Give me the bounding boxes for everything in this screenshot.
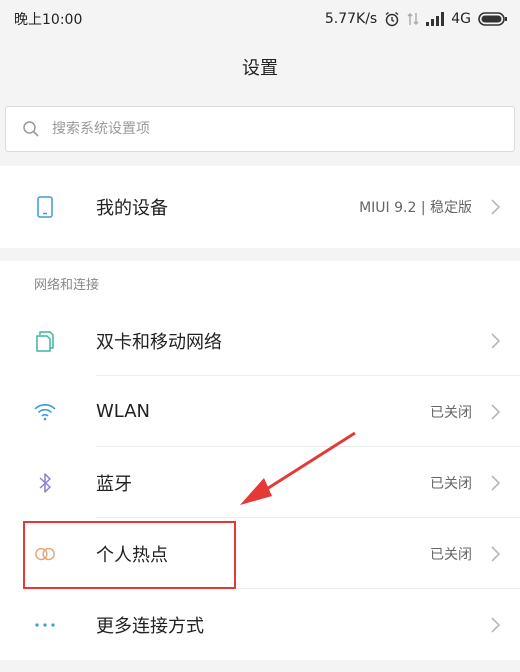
- my-device-row[interactable]: 我的设备 MIUI 9.2 | 稳定版: [0, 166, 520, 248]
- bluetooth-label: 蓝牙: [96, 473, 132, 495]
- status-speed: 5.77K/s: [324, 11, 378, 27]
- hotspot-status: 已关闭: [430, 546, 472, 563]
- bluetooth-status: 已关闭: [430, 475, 472, 492]
- battery-icon: [478, 12, 508, 26]
- settings-item-bluetooth[interactable]: 蓝牙 已关闭: [0, 447, 520, 518]
- section-header-network: 网络和连接: [34, 277, 100, 293]
- data-transfer-icon: [407, 11, 419, 27]
- dual-sim-label: 双卡和移动网络: [96, 331, 222, 353]
- wifi-icon: [34, 401, 56, 423]
- wlan-label: WLAN: [96, 401, 151, 422]
- phone-icon: [34, 196, 56, 218]
- network-type: 4G: [451, 11, 471, 27]
- page-title: 设置: [242, 58, 278, 79]
- alarm-icon: [384, 11, 400, 27]
- more-connections-label: 更多连接方式: [96, 615, 204, 637]
- settings-item-wlan[interactable]: WLAN 已关闭: [0, 376, 520, 447]
- status-indicators: 5.77K/s 4G: [325, 11, 508, 27]
- search-input[interactable]: [50, 120, 474, 138]
- search-box[interactable]: [5, 106, 515, 152]
- search-icon: [22, 120, 40, 138]
- chevron-right-icon: [490, 198, 502, 216]
- chevron-right-icon: [490, 403, 502, 421]
- settings-item-dual-sim[interactable]: 双卡和移动网络: [0, 305, 520, 376]
- my-device-label: 我的设备: [96, 198, 168, 219]
- network-section: 网络和连接 双卡和移动网络 WLAN 已关闭 蓝牙 已关闭 个人热点 已关闭 更…: [0, 261, 520, 660]
- annotation-highlight-box: [23, 521, 236, 589]
- status-bar: 晚上10:00 5.77K/s 4G: [0, 0, 520, 38]
- wlan-status: 已关闭: [430, 404, 472, 421]
- more-dots-icon: [34, 614, 56, 636]
- status-time: 晚上10:00: [14, 12, 83, 28]
- page-title-bar: 设置: [0, 38, 520, 96]
- chevron-right-icon: [490, 332, 502, 350]
- chevron-right-icon: [490, 474, 502, 492]
- my-device-version: MIUI 9.2 | 稳定版: [359, 200, 472, 216]
- bluetooth-icon: [34, 472, 56, 494]
- settings-item-more-connections[interactable]: 更多连接方式: [0, 589, 520, 660]
- chevron-right-icon: [490, 545, 502, 563]
- chevron-right-icon: [490, 616, 502, 634]
- sim-card-icon: [34, 330, 56, 352]
- signal-icon: [426, 12, 445, 26]
- device-card: 我的设备 MIUI 9.2 | 稳定版: [0, 166, 520, 248]
